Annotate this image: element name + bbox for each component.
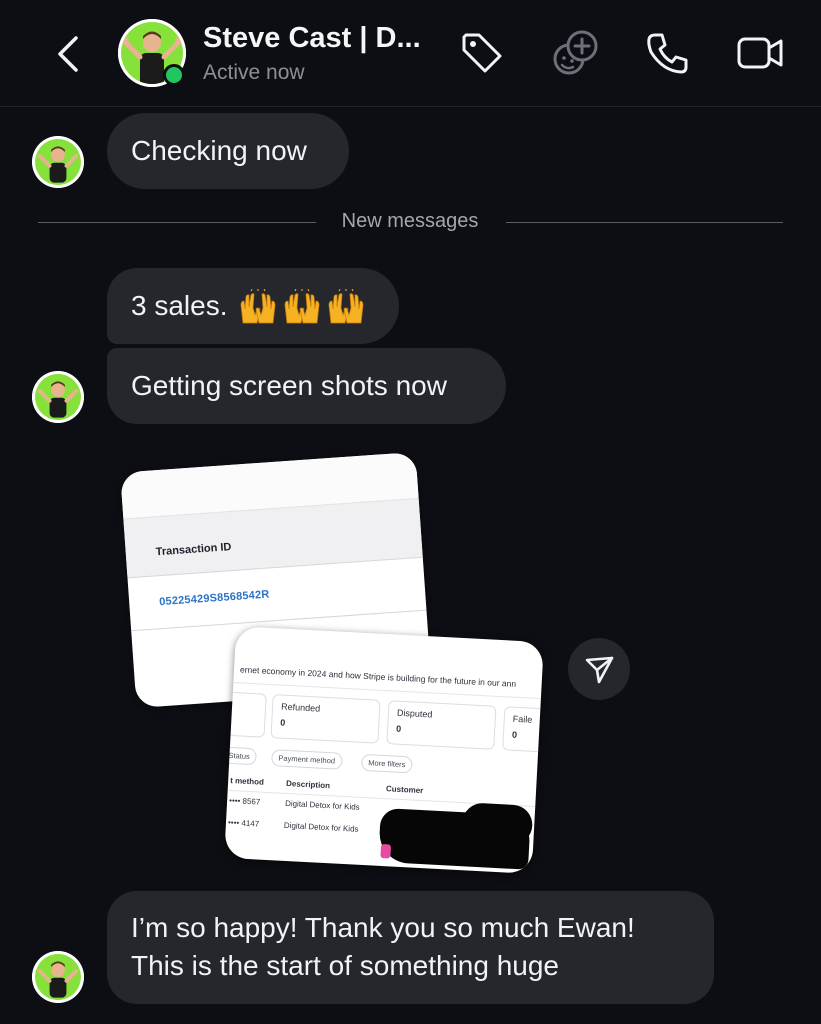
metric-card-refunded: Refunded 0 xyxy=(270,694,381,744)
new-messages-divider: New messages xyxy=(341,210,479,232)
message-bubble[interactable]: Checking now xyxy=(107,113,349,189)
filter-chip-more-filters: More filters xyxy=(360,753,413,774)
row-card-number: •••• 8567 xyxy=(228,795,261,807)
metric-value: 0 xyxy=(280,717,286,728)
chat-header: Steve Cast | D... Active now xyxy=(0,0,821,107)
metric-label: Refunded xyxy=(280,701,321,714)
metric-card-disputed: Disputed 0 xyxy=(386,700,497,750)
sender-avatar[interactable] xyxy=(32,371,84,423)
metric-label: Faile xyxy=(512,713,533,725)
avatar-photo-icon xyxy=(32,136,84,188)
message-text-line: This is the start of something huge xyxy=(131,950,559,981)
send-paper-plane-icon xyxy=(585,656,614,684)
add-sticker-icon[interactable] xyxy=(551,28,601,78)
online-status-indicator xyxy=(163,64,185,86)
phone-icon[interactable] xyxy=(643,28,693,78)
video-camera-icon[interactable] xyxy=(735,28,785,78)
metric-value: 0 xyxy=(395,723,402,734)
divider-line-right xyxy=(506,222,783,223)
message-text-line: I’m so happy! Thank you so much Ewan! xyxy=(131,912,635,943)
message-text: Getting screen shots now xyxy=(131,370,447,401)
message-bubble[interactable]: 3 sales. xyxy=(107,268,399,344)
metric-label: Disputed xyxy=(396,707,433,720)
pink-fragment xyxy=(380,843,392,859)
message-bubble[interactable]: Getting screen shots now xyxy=(107,348,506,424)
raising-hands-emoji-icon xyxy=(240,288,364,324)
tag-icon[interactable] xyxy=(457,28,507,78)
column-header-customer: Customer xyxy=(385,784,424,796)
column-header-description: Description xyxy=(285,778,331,791)
active-status: Active now xyxy=(203,61,305,84)
message-text: 3 sales. xyxy=(131,290,228,321)
avatar-photo-icon xyxy=(32,951,84,1003)
message-bubble[interactable]: I’m so happy! Thank you so much Ewan! Th… xyxy=(107,891,714,1004)
row-description: Digital Detox for Kids xyxy=(283,820,359,834)
column-header-method: t method xyxy=(229,775,265,787)
transaction-id-value: 05225429S8568542R xyxy=(158,588,270,609)
share-button[interactable] xyxy=(568,638,630,700)
avatar-photo-icon xyxy=(32,371,84,423)
message-text: Checking now xyxy=(131,135,307,166)
contact-name[interactable]: Steve Cast | D... xyxy=(203,22,421,55)
sender-avatar[interactable] xyxy=(32,136,84,188)
filter-chip-status: Status xyxy=(224,746,258,766)
row-description: Digital Detox for Kids xyxy=(284,798,360,812)
stripe-dashboard-screenshot-image[interactable]: ernet economy in 2024 and how Stripe is … xyxy=(224,626,544,874)
row-card-number: •••• 4147 xyxy=(227,817,260,829)
back-chevron-icon[interactable] xyxy=(48,30,92,78)
divider-line-left xyxy=(38,222,316,223)
metric-value: 0 xyxy=(511,729,518,740)
redaction-scribble xyxy=(461,802,534,846)
metric-card-failed: Faile 0 xyxy=(502,706,544,754)
filter-chip-payment-method: Payment method xyxy=(271,749,343,770)
sender-avatar[interactable] xyxy=(32,951,84,1003)
